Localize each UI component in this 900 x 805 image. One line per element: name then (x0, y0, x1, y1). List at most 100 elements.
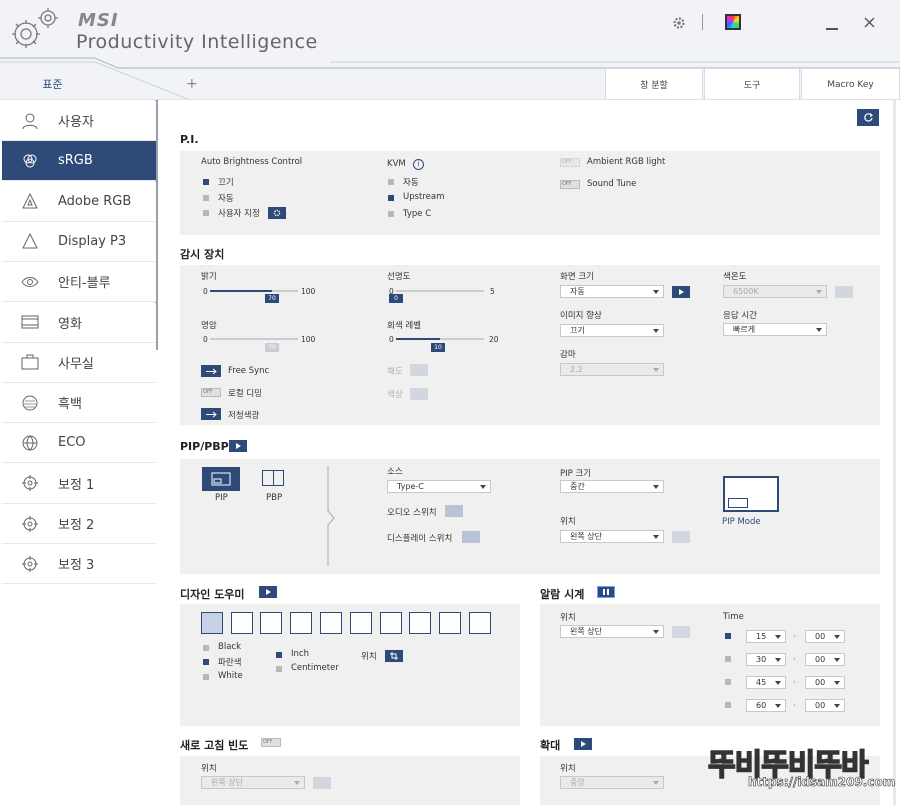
sidebar-item-8[interactable]: ECO (2, 423, 156, 464)
alarm-pause-button[interactable] (597, 586, 615, 598)
design-position-button[interactable] (385, 650, 403, 662)
pip-size-label: PIP 크기 (560, 469, 592, 479)
unit-inch-radio[interactable] (276, 652, 282, 658)
pip-position-settings-button[interactable] (672, 531, 690, 543)
abc-custom-radio[interactable] (203, 210, 209, 216)
refresh-position-select[interactable]: 왼쪽 상단 (201, 776, 305, 789)
tab-split[interactable]: 창 분할 (605, 68, 703, 99)
tab-macro-key[interactable]: Macro Key (801, 68, 900, 99)
local-dimming-toggle[interactable]: OFF (201, 388, 221, 397)
alarm-second-select[interactable]: 00 (805, 630, 845, 643)
local-dimming-label: 로컬 디밍 (228, 389, 262, 399)
sidebar-item-label: 흑백 (58, 397, 82, 413)
screen-size-play-button[interactable] (672, 286, 690, 298)
display-switch-button[interactable] (462, 531, 480, 543)
safe-area-icon[interactable] (439, 612, 461, 634)
kvm-typec-radio[interactable] (388, 211, 394, 217)
audio-switch-button[interactable] (445, 505, 463, 517)
info-icon[interactable]: i (413, 159, 424, 170)
kvm-auto-radio[interactable] (388, 179, 394, 185)
alarm-minute-select[interactable]: 30 (746, 653, 786, 666)
sidebar-item-11[interactable]: 보정 3 (2, 544, 156, 585)
face-guide-icon[interactable] (469, 612, 491, 634)
color-blue-radio[interactable] (203, 659, 209, 665)
alarm-minute-select[interactable]: 15 (746, 630, 786, 643)
abc-settings-button[interactable] (268, 207, 286, 219)
alarm-minute-select[interactable]: 60 (746, 699, 786, 712)
design-play-button[interactable] (259, 586, 277, 598)
gamma-select[interactable]: 2.2 (560, 363, 664, 376)
alarm-row-checkbox[interactable] (725, 679, 731, 685)
split-frame-icon[interactable] (320, 612, 342, 634)
alarm-second-select[interactable]: 00 (805, 653, 845, 666)
color-white-radio[interactable] (203, 674, 209, 680)
color-black-radio[interactable] (203, 645, 209, 651)
pip-mode-button[interactable] (202, 467, 240, 491)
pip-play-button[interactable] (229, 440, 247, 452)
pbp-mode-icon[interactable] (262, 470, 284, 486)
color-temp-select[interactable]: 6500K (723, 285, 827, 298)
abc-off-radio[interactable] (203, 179, 209, 185)
abc-off-label: 끄기 (218, 178, 234, 188)
kvm-upstream-radio[interactable] (388, 195, 394, 201)
sidebar-item-4[interactable]: 안티-블루 (2, 262, 156, 303)
alarm-row-checkbox[interactable] (725, 702, 731, 708)
tab-standard[interactable]: 표준 (0, 68, 105, 99)
sidebar-item-5[interactable]: 영화 (2, 302, 156, 343)
alarm-row-checkbox[interactable] (725, 656, 731, 662)
ruler-icon[interactable] (231, 612, 253, 634)
border-frame-icon[interactable] (350, 612, 372, 634)
sidebar-item-2[interactable]: Adobe RGB (2, 181, 156, 222)
zoom-position-select[interactable]: 중앙 (560, 776, 664, 789)
tab-tools[interactable]: 도구 (704, 68, 800, 99)
reset-button[interactable] (857, 109, 879, 126)
landscape-frame-icon[interactable] (290, 612, 312, 634)
sharpness-track[interactable] (396, 290, 484, 292)
sound-tune-toggle[interactable]: OFF (560, 180, 580, 189)
pip-size-select[interactable]: 중간 (560, 480, 664, 493)
refresh-toggle[interactable]: OFF (261, 738, 281, 747)
color-palette-icon[interactable] (725, 14, 741, 30)
gray-level-min: 0 (389, 335, 394, 344)
settings-gear-icon[interactable] (670, 14, 688, 32)
abc-auto-radio[interactable] (203, 195, 209, 201)
refresh-settings-button[interactable] (313, 777, 331, 789)
alarm-position-select[interactable]: 왼쪽 상단 (560, 625, 664, 638)
crosshair-guide-icon[interactable] (201, 612, 223, 634)
sidebar-item-3[interactable]: Display P3 (2, 221, 156, 262)
alarm-separator: › (793, 655, 796, 663)
audio-switch-label: 오디오 스위치 (387, 508, 437, 518)
source-select[interactable]: Type-C (387, 480, 491, 493)
main-scrollbar[interactable] (893, 100, 896, 805)
color-temp-settings-button[interactable] (835, 286, 853, 298)
pip-position-select[interactable]: 왼쪽 상단 (560, 530, 664, 543)
alarm-position-settings-button[interactable] (672, 626, 690, 638)
ambient-light-toggle[interactable]: OFF (560, 158, 580, 167)
contrast-track[interactable] (210, 338, 298, 340)
zoom-play-button[interactable] (574, 738, 592, 750)
freesync-toggle[interactable] (201, 365, 221, 377)
saturation-settings-button[interactable] (410, 364, 428, 376)
alarm-minute-select[interactable]: 45 (746, 676, 786, 689)
sidebar-item-7[interactable]: 흑백 (2, 383, 156, 424)
unit-cm-radio[interactable] (276, 666, 282, 672)
sidebar-item-1[interactable]: sRGB (2, 141, 156, 182)
response-time-select[interactable]: 빠르게 (723, 323, 827, 336)
low-blue-light-toggle[interactable] (201, 408, 221, 420)
alarm-second-select[interactable]: 00 (805, 676, 845, 689)
sidebar-item-6[interactable]: 사무실 (2, 342, 156, 383)
dot-grid-icon[interactable] (409, 612, 431, 634)
alarm-second-select[interactable]: 00 (805, 699, 845, 712)
minimize-icon[interactable] (823, 14, 841, 32)
add-tab-button[interactable]: + (186, 76, 198, 92)
screen-size-select[interactable]: 자동 (560, 285, 664, 298)
hue-settings-button[interactable] (410, 388, 428, 400)
alarm-row-checkbox[interactable] (725, 633, 731, 639)
sidebar-item-10[interactable]: 보정 2 (2, 504, 156, 544)
sidebar-item-0[interactable]: 사용자 (2, 101, 156, 141)
grid-icon[interactable] (380, 612, 402, 634)
image-enhance-select[interactable]: 끄기 (560, 324, 664, 337)
close-icon[interactable] (860, 13, 878, 31)
sidebar-item-9[interactable]: 보정 1 (2, 463, 156, 504)
portrait-frame-icon[interactable] (260, 612, 282, 634)
